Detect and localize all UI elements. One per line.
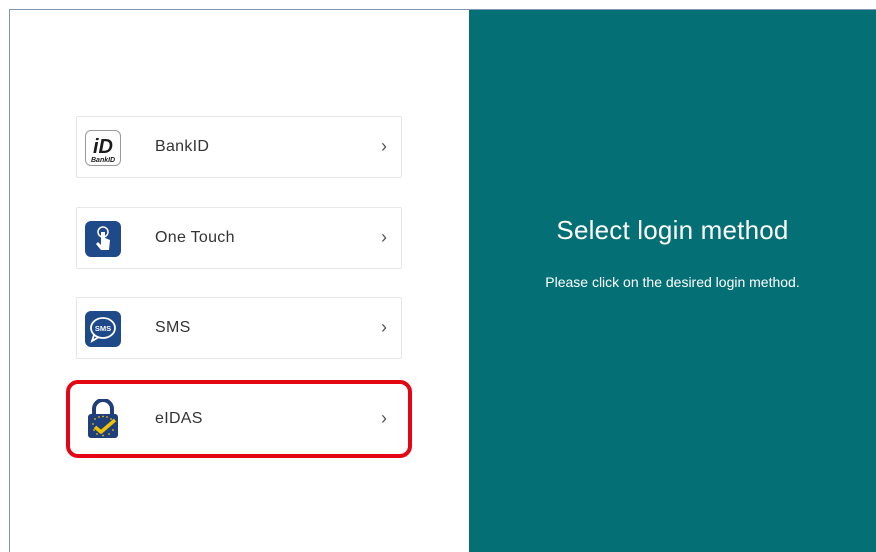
sms-label: SMS xyxy=(155,319,191,336)
eidas-option[interactable]: eIDAS › xyxy=(76,388,402,450)
bankid-option[interactable]: iD BankID BankID › xyxy=(76,116,402,178)
sms-icon: SMS xyxy=(85,311,121,347)
one-touch-icon xyxy=(85,221,121,257)
chevron-right-icon: › xyxy=(381,317,387,337)
bankid-icon: iD BankID xyxy=(85,130,121,166)
chevron-right-icon: › xyxy=(381,227,387,247)
page-subtitle: Please click on the desired login method… xyxy=(545,274,800,290)
one-touch-option[interactable]: One Touch › xyxy=(76,207,402,269)
chevron-right-icon: › xyxy=(381,136,387,156)
svg-text:BankID: BankID xyxy=(91,157,115,164)
chevron-right-icon: › xyxy=(381,408,387,428)
bankid-label: BankID xyxy=(155,138,210,155)
svg-text:iD: iD xyxy=(93,136,113,158)
page-title: Select login method xyxy=(556,215,789,245)
eidas-label: eIDAS xyxy=(155,410,203,427)
one-touch-label: One Touch xyxy=(155,229,235,246)
eidas-icon xyxy=(85,399,121,439)
info-panel: Select login method Please click on the … xyxy=(469,10,876,552)
svg-text:SMS: SMS xyxy=(95,324,111,333)
sms-option[interactable]: SMS SMS › xyxy=(76,297,402,359)
login-options-panel xyxy=(10,10,469,552)
